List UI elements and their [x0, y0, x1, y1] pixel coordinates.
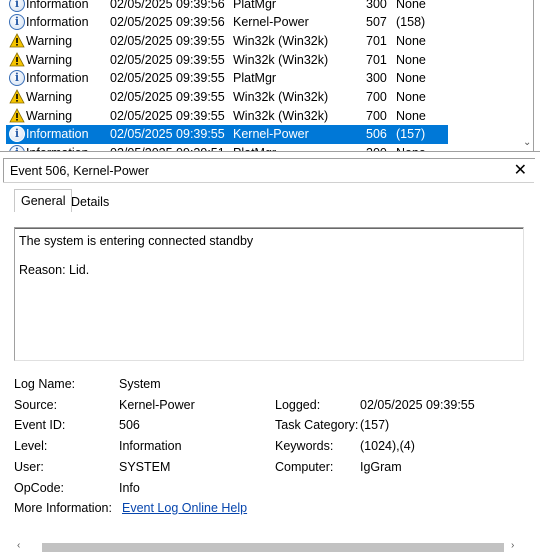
- task-category-value: (157): [360, 418, 390, 432]
- event-level: Information: [26, 15, 89, 30]
- event-id: 506: [366, 127, 387, 142]
- logged-value: 02/05/2025 09:39:55: [360, 398, 475, 412]
- event-datetime: 02/05/2025 09:39:55: [110, 127, 225, 142]
- event-level: Warning: [26, 108, 73, 123]
- event-source: Kernel-Power: [233, 15, 309, 30]
- event-id: 701: [366, 52, 387, 67]
- event-task-category: (158): [396, 15, 426, 30]
- event-datetime: 02/05/2025 09:39:55: [110, 71, 225, 86]
- source-value: Kernel-Power: [119, 398, 195, 412]
- scroll-left-arrow-icon[interactable]: ‹: [17, 540, 20, 551]
- event-row[interactable]: i Information 02/05/2025 09:39:55 Kernel-Po…: [6, 125, 448, 144]
- warning-icon: [9, 51, 25, 68]
- warning-icon: [9, 33, 25, 49]
- opcode-value: Info: [119, 481, 140, 495]
- event-row[interactable]: Warning 02/05/2025 09:39:55 Win32k (Win32k…: [6, 51, 448, 70]
- event-task-category: None: [396, 108, 426, 123]
- scroll-right-arrow-icon[interactable]: ›: [511, 540, 514, 551]
- event-level: Information: [26, 127, 89, 142]
- event-row[interactable]: Warning 02/05/2025 09:39:55 Win32k (Win32k…: [6, 88, 448, 107]
- event-task-category: None: [396, 90, 426, 104]
- event-datetime: 02/05/2025 09:39:56: [110, 0, 225, 11]
- info-icon: i: [9, 126, 25, 143]
- event-id: 701: [366, 33, 387, 48]
- event-id: 700: [366, 108, 387, 123]
- event-source: Win32k (Win32k): [233, 52, 329, 67]
- list-border: [533, 0, 534, 152]
- event-datetime: 02/05/2025 09:39:55: [110, 108, 225, 123]
- event-log-help-link[interactable]: Event Log Online Help: [122, 501, 247, 515]
- box-border: [15, 228, 523, 229]
- event-datetime: 02/05/2025 09:39:55: [110, 52, 225, 67]
- computer-label: Computer:: [275, 460, 334, 474]
- computer-value: IgGram: [360, 460, 402, 474]
- event-task-category: None: [396, 0, 426, 11]
- event-task-category: None: [396, 33, 426, 48]
- details-header: Event 506, Kernel-Power ✕: [3, 158, 535, 183]
- event-row[interactable]: Warning 02/05/2025 09:39:55 Win32k (Win32k…: [6, 107, 448, 126]
- warning-icon: [9, 107, 25, 124]
- event-datetime: 02/05/2025 09:39:55: [110, 33, 225, 48]
- user-value: SYSTEM: [119, 460, 171, 474]
- event-id: 700: [366, 90, 387, 104]
- event-id-label: Event ID:: [14, 418, 66, 432]
- keywords-label: Keywords:: [275, 439, 334, 453]
- event-id-value: 506: [119, 418, 140, 432]
- event-row[interactable]: i Information 02/05/2025 09:39:55 PlatMgr 30…: [6, 69, 448, 88]
- event-message-box[interactable]: The system is entering connected standby…: [14, 227, 524, 361]
- log-name-label: Log Name:: [14, 377, 76, 391]
- scroll-down-arrow-icon[interactable]: ⌄: [523, 137, 531, 148]
- more-info-label: More Information:: [14, 501, 112, 515]
- event-task-category: (157): [396, 127, 426, 142]
- event-datetime: 02/05/2025 09:39:55: [110, 90, 225, 104]
- task-category-label: Task Category:: [275, 418, 359, 432]
- event-task-category: None: [396, 71, 426, 86]
- info-icon: i: [9, 0, 25, 12]
- event-row[interactable]: i Information 02/05/2025 09:39:56 PlatMgr 30…: [6, 0, 448, 13]
- event-source: PlatMgr: [233, 71, 277, 86]
- event-source: PlatMgr: [233, 0, 277, 11]
- event-level: Information: [26, 71, 89, 86]
- list-border: [0, 151, 540, 152]
- message-text: The system is entering connected standby: [19, 234, 254, 248]
- log-name-value: System: [119, 377, 161, 391]
- event-level: Warning: [26, 33, 73, 48]
- close-icon[interactable]: ✕: [514, 161, 527, 179]
- logged-label: Logged:: [275, 398, 321, 412]
- event-datetime: 02/05/2025 09:39:56: [110, 15, 225, 30]
- tab-general[interactable]: General: [14, 189, 73, 212]
- event-level: Warning: [26, 90, 73, 104]
- opcode-label: OpCode:: [14, 481, 65, 495]
- level-value: Information: [119, 439, 182, 453]
- user-label: User:: [14, 460, 44, 474]
- event-task-category: None: [396, 52, 426, 67]
- level-label: Level:: [14, 439, 48, 453]
- event-level: Warning: [26, 52, 73, 67]
- event-list[interactable]: i Information 02/05/2025 09:39:56 PlatMgr 30…: [0, 0, 540, 152]
- event-source: Win32k (Win32k): [233, 108, 329, 123]
- event-id: 300: [366, 0, 387, 11]
- event-source: Win32k (Win32k): [233, 33, 329, 48]
- info-icon: i: [9, 14, 25, 31]
- divider: [3, 182, 534, 183]
- event-source: Win32k (Win32k): [233, 90, 329, 104]
- info-icon: i: [9, 70, 25, 87]
- details-title: Event 506, Kernel-Power: [10, 164, 149, 178]
- warning-icon: [9, 89, 25, 105]
- event-level: Information: [26, 0, 89, 11]
- horizontal-scrollbar[interactable]: ‹ ›: [14, 540, 526, 552]
- message-reason: Reason: Lid.: [19, 263, 90, 277]
- event-id: 507: [366, 15, 387, 30]
- keywords-value: (1024),(4): [360, 439, 415, 453]
- event-row[interactable]: Warning 02/05/2025 09:39:55 Win32k (Win32k…: [6, 32, 448, 51]
- event-id: 300: [366, 71, 387, 86]
- source-label: Source:: [14, 398, 58, 412]
- tab-details[interactable]: Details: [65, 191, 115, 213]
- event-row[interactable]: i Information 02/05/2025 09:39:56 Kernel-Po…: [6, 13, 448, 32]
- event-source: Kernel-Power: [233, 127, 309, 142]
